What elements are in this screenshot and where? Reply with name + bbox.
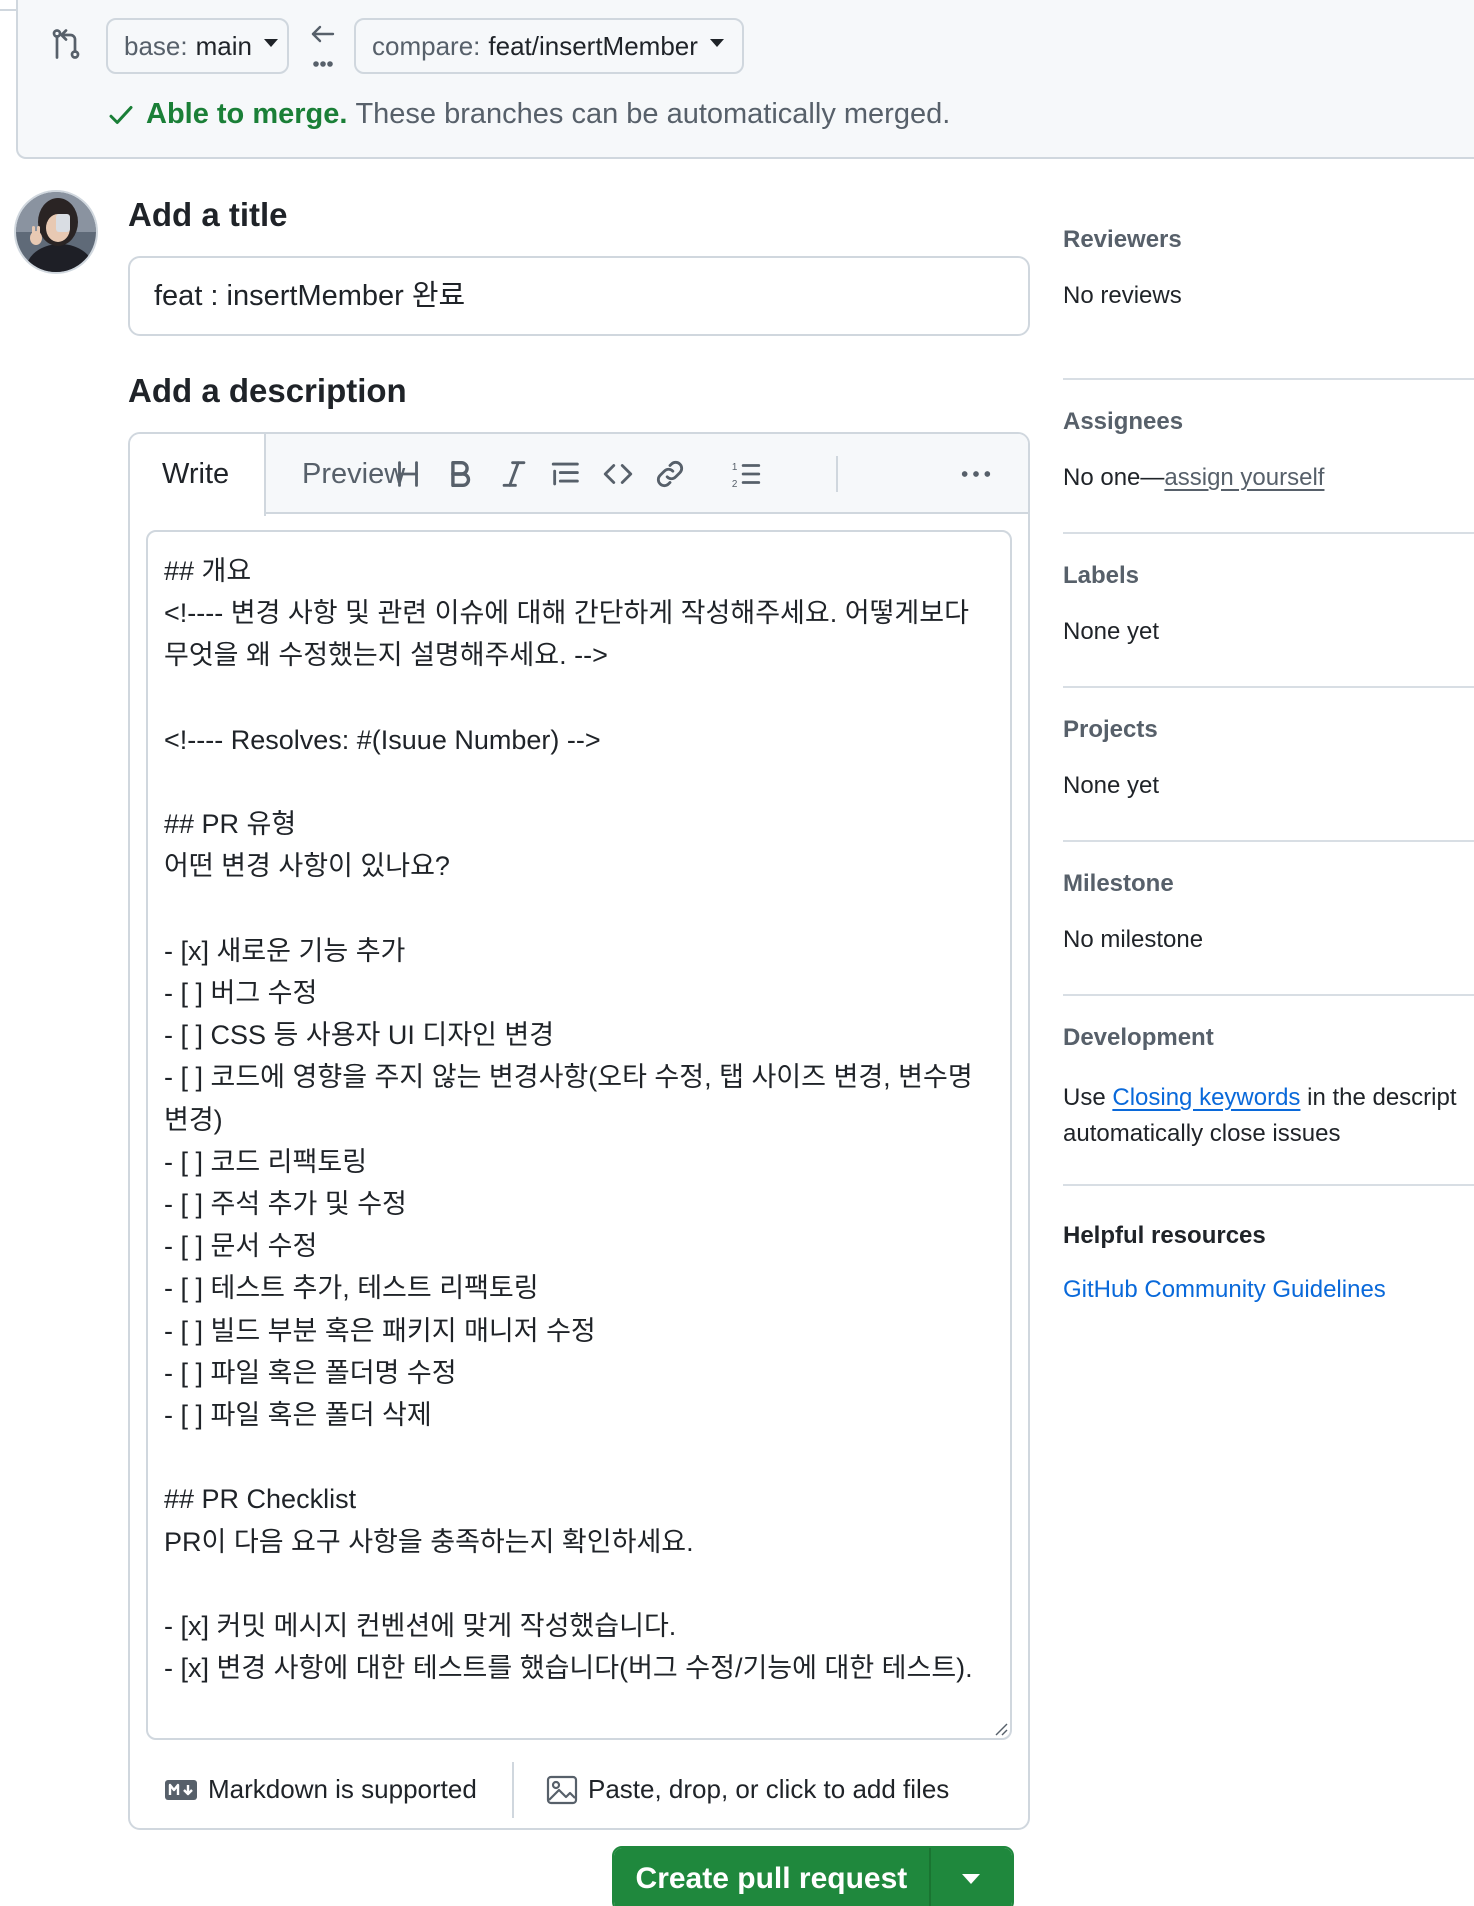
base-branch-prefix: base: <box>124 30 188 61</box>
add-title-heading: Add a title <box>128 196 288 233</box>
quote-icon[interactable] <box>544 452 588 496</box>
code-icon[interactable] <box>596 452 640 496</box>
merge-status-label: Able to merge. <box>146 98 348 130</box>
sidebar-assignees: Assignees No one—assign yourself <box>1063 380 1474 534</box>
attach-files-button[interactable]: Paste, drop, or click to add files <box>546 1774 949 1805</box>
chevron-down-icon <box>962 1874 981 1884</box>
merge-status-message: These branches can be automatically merg… <box>355 98 951 130</box>
compare-branch-value: feat/insertMember <box>488 30 698 61</box>
milestone-label[interactable]: Milestone <box>1063 870 1474 898</box>
sidebar-development: Development Use Closing keywords in the … <box>1063 996 1474 1186</box>
merge-status: Able to merge. These branches can be aut… <box>106 98 950 131</box>
sidebar-helpful-resources: Helpful resources GitHub Community Guide… <box>1063 1186 1474 1304</box>
sidebar-projects: Projects None yet <box>1063 688 1474 842</box>
sidebar-reviewers: Reviewers No reviews <box>1063 226 1474 380</box>
markdown-supported-link[interactable]: Markdown is supported <box>164 1774 477 1805</box>
bold-icon[interactable] <box>438 452 482 496</box>
svg-text:1: 1 <box>732 462 738 473</box>
create-pull-request-button[interactable]: Create pull request <box>614 1848 929 1906</box>
development-line2: automatically close issues <box>1063 1120 1341 1147</box>
italic-icon[interactable] <box>492 452 536 496</box>
resize-grip-icon[interactable] <box>992 1720 1008 1736</box>
image-icon <box>546 1775 578 1804</box>
svg-text:2: 2 <box>732 479 738 490</box>
compare-branch-prefix: compare: <box>372 30 481 61</box>
reviewers-value: No reviews <box>1063 282 1182 309</box>
assign-yourself-link[interactable]: assign yourself <box>1164 464 1324 491</box>
projects-value: None yet <box>1063 772 1160 799</box>
development-suffix: in the descript <box>1300 1084 1457 1111</box>
sidebar-milestone: Milestone No milestone <box>1063 842 1474 996</box>
chevron-down-icon <box>709 39 724 47</box>
community-guidelines-link[interactable]: GitHub Community Guidelines <box>1063 1276 1474 1304</box>
arrow-left-icon <box>311 25 335 67</box>
description-editor: Write Preview 12 ## 개요 <!---- 변경 사항 및 관련… <box>128 432 1030 1830</box>
labels-value: None yet <box>1063 618 1160 645</box>
assignees-prefix: No one— <box>1063 464 1165 491</box>
development-label: Development <box>1063 1024 1214 1051</box>
tab-write[interactable]: Write <box>130 434 266 516</box>
helpful-resources-label: Helpful resources <box>1063 1222 1266 1249</box>
create-options-dropdown[interactable] <box>928 1848 1012 1906</box>
development-text: Use Closing keywords in the descript aut… <box>1063 1080 1474 1152</box>
numbered-list-icon[interactable]: 12 <box>724 452 768 496</box>
base-branch-select[interactable]: base: main <box>106 18 289 74</box>
base-branch-value: main <box>195 30 252 61</box>
avatar-image <box>16 192 96 272</box>
description-textarea[interactable]: ## 개요 <!---- 변경 사항 및 관련 이슈에 대해 간단하게 작성해주… <box>146 530 1012 1740</box>
title-input[interactable]: feat : insertMember 완료 <box>128 256 1030 336</box>
heading-icon[interactable] <box>386 452 430 496</box>
create-pull-request-group: Create pull request <box>612 1846 1014 1906</box>
assignees-label[interactable]: Assignees <box>1063 408 1474 436</box>
footer-divider <box>512 1762 514 1818</box>
compare-branch-select[interactable]: compare: feat/insertMember <box>354 18 744 74</box>
sidebar-labels: Labels None yet <box>1063 534 1474 688</box>
projects-label[interactable]: Projects <box>1063 716 1474 744</box>
closing-keywords-link[interactable]: Closing keywords <box>1112 1084 1300 1111</box>
editor-footer: Markdown is supported Paste, drop, or cl… <box>130 1752 1028 1828</box>
check-icon <box>109 105 133 124</box>
editor-toolbar: Write Preview 12 <box>130 434 1028 516</box>
toolbar-divider <box>836 456 838 492</box>
add-description-heading: Add a description <box>128 372 407 409</box>
reviewers-label[interactable]: Reviewers <box>1063 226 1474 254</box>
sidebar: Reviewers No reviews Assignees No one—as… <box>1063 226 1474 1304</box>
more-options-icon[interactable] <box>954 452 998 496</box>
development-prefix: Use <box>1063 1084 1113 1111</box>
pull-request-icon <box>52 29 80 59</box>
assignees-value: No one—assign yourself <box>1063 464 1474 492</box>
milestone-value: No milestone <box>1063 926 1204 953</box>
markdown-supported-label: Markdown is supported <box>208 1774 477 1804</box>
link-icon[interactable] <box>648 452 692 496</box>
labels-label[interactable]: Labels <box>1063 562 1474 590</box>
avatar[interactable] <box>14 190 98 274</box>
markdown-icon <box>165 1779 197 1800</box>
attach-files-label: Paste, drop, or click to add files <box>588 1774 950 1804</box>
chevron-down-icon <box>263 39 278 47</box>
